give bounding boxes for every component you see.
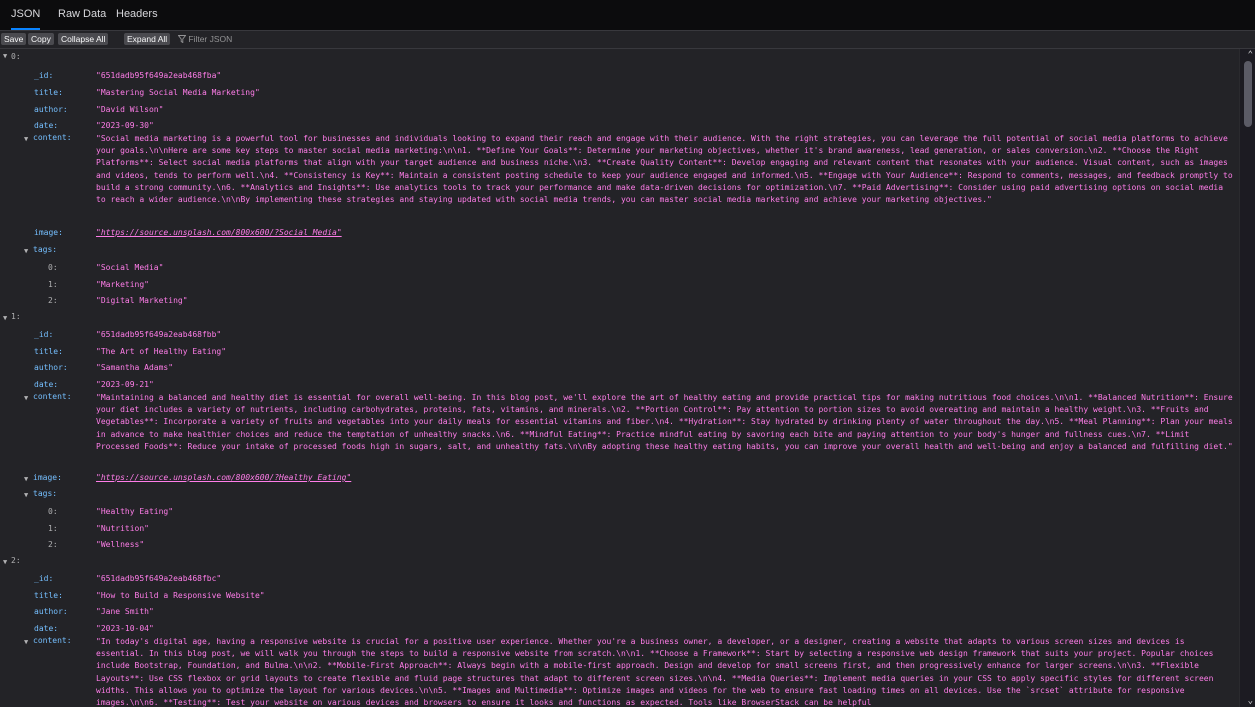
value-author: "Samantha Adams" bbox=[96, 363, 174, 372]
expand-arrow-icon[interactable]: ▼ bbox=[3, 52, 7, 60]
key-tags[interactable]: tags: bbox=[33, 245, 57, 254]
key-content[interactable]: content: bbox=[33, 636, 72, 645]
tag-index: 0: bbox=[48, 507, 58, 516]
tag-index: 2: bbox=[48, 540, 58, 549]
key-content[interactable]: content: bbox=[33, 133, 72, 142]
tab-headers[interactable]: Headers bbox=[116, 0, 158, 28]
tag-value: "Digital Marketing" bbox=[96, 296, 188, 305]
key-title: title: bbox=[34, 88, 63, 97]
key-id: _id: bbox=[34, 574, 54, 583]
key-date: date: bbox=[34, 380, 59, 389]
value-content: "In today's digital age, having a respon… bbox=[96, 637, 1219, 707]
expand-arrow-icon[interactable]: ▼ bbox=[24, 638, 28, 646]
key-id: _id: bbox=[34, 71, 54, 80]
expand-arrow-icon[interactable]: ▼ bbox=[24, 475, 28, 483]
value-id: "651dadb95f649a2eab468fbc" bbox=[96, 574, 222, 583]
value-title: "Mastering Social Media Marketing" bbox=[96, 88, 260, 97]
key-content[interactable]: content: bbox=[33, 392, 72, 401]
key-title: title: bbox=[34, 347, 63, 356]
expand-arrow-icon[interactable]: ▼ bbox=[3, 558, 7, 566]
expand-all-button[interactable]: Expand All bbox=[124, 33, 171, 45]
tag-index: 0: bbox=[48, 263, 58, 272]
key-author: author: bbox=[34, 363, 68, 372]
value-image-link[interactable]: "https://source.unsplash.com/800x600/?So… bbox=[96, 228, 342, 237]
tag-value: "Wellness" bbox=[96, 540, 145, 549]
value-author: "David Wilson" bbox=[96, 105, 164, 114]
tag-value: "Nutrition" bbox=[96, 524, 149, 533]
collapse-all-button[interactable]: Collapse All bbox=[58, 33, 109, 45]
key-tags[interactable]: tags: bbox=[33, 489, 57, 498]
item-index[interactable]: 2: bbox=[11, 556, 21, 565]
vertical-scrollbar[interactable]: ⌃ ⌄ bbox=[1239, 49, 1255, 707]
tab-bar: JSON Raw Data Headers bbox=[0, 0, 1255, 31]
value-id: "651dadb95f649a2eab468fbb" bbox=[96, 330, 222, 339]
key-image[interactable]: image: bbox=[33, 473, 62, 482]
scrollbar-thumb[interactable] bbox=[1244, 61, 1252, 127]
expand-arrow-icon[interactable]: ▼ bbox=[3, 314, 7, 322]
tag-value: "Social Media" bbox=[96, 263, 164, 272]
expand-arrow-icon[interactable]: ▼ bbox=[24, 135, 28, 143]
key-author: author: bbox=[34, 607, 68, 616]
key-date: date: bbox=[34, 121, 59, 130]
json-tree: ▼ 0: _id: "651dadb95f649a2eab468fba" tit… bbox=[0, 49, 1240, 707]
item-index[interactable]: 1: bbox=[11, 312, 21, 321]
filter-json-input[interactable]: Filter JSON bbox=[177, 33, 233, 45]
scroll-down-arrow-icon[interactable]: ⌄ bbox=[1248, 696, 1253, 706]
value-title: "How to Build a Responsive Website" bbox=[96, 591, 265, 600]
key-id: _id: bbox=[34, 330, 54, 339]
scroll-up-arrow-icon[interactable]: ⌃ bbox=[1248, 50, 1253, 60]
filter-icon bbox=[177, 35, 187, 44]
filter-placeholder: Filter JSON bbox=[188, 34, 233, 44]
tag-index: 1: bbox=[48, 280, 58, 289]
tag-value: "Marketing" bbox=[96, 280, 149, 289]
expand-arrow-icon[interactable]: ▼ bbox=[24, 394, 28, 402]
save-button[interactable]: Save bbox=[1, 33, 27, 45]
tab-raw-data[interactable]: Raw Data bbox=[58, 0, 106, 28]
value-image-link[interactable]: "https://source.unsplash.com/800x600/?He… bbox=[96, 473, 351, 482]
value-author: "Jane Smith" bbox=[96, 607, 154, 616]
copy-button[interactable]: Copy bbox=[28, 33, 54, 45]
value-date: "2023-09-30" bbox=[96, 121, 154, 130]
tab-json[interactable]: JSON bbox=[11, 0, 41, 30]
json-toolbar: Save Copy Collapse All Expand All Filter… bbox=[0, 31, 1255, 49]
expand-arrow-icon[interactable]: ▼ bbox=[24, 491, 28, 499]
value-date: "2023-09-21" bbox=[96, 380, 154, 389]
value-title: "The Art of Healthy Eating" bbox=[96, 347, 227, 356]
value-content: "Social media marketing is a powerful to… bbox=[96, 134, 1238, 205]
tag-value: "Healthy Eating" bbox=[96, 507, 174, 516]
value-date: "2023-10-04" bbox=[96, 624, 154, 633]
key-title: title: bbox=[34, 591, 63, 600]
value-content: "Maintaining a balanced and healthy diet… bbox=[96, 393, 1238, 451]
key-image: image: bbox=[34, 228, 63, 237]
key-date: date: bbox=[34, 624, 59, 633]
key-author: author: bbox=[34, 105, 68, 114]
tag-index: 1: bbox=[48, 524, 58, 533]
tag-index: 2: bbox=[48, 296, 58, 305]
expand-arrow-icon[interactable]: ▼ bbox=[24, 247, 28, 255]
item-index[interactable]: 0: bbox=[11, 52, 21, 61]
value-id: "651dadb95f649a2eab468fba" bbox=[96, 71, 222, 80]
